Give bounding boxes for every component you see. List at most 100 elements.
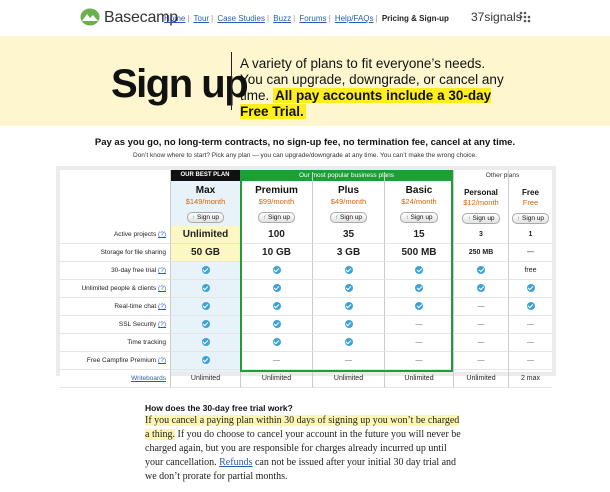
feature-cell xyxy=(170,352,240,370)
plan-price: $49/month xyxy=(330,197,367,206)
help-link[interactable]: (?) xyxy=(158,321,166,328)
nav-help-faqs[interactable]: Help/FAQs xyxy=(335,14,374,23)
37signals-logo-icon[interactable] xyxy=(519,11,531,23)
feature-value: — xyxy=(384,316,453,334)
feature-value: — xyxy=(453,298,508,316)
nav-case-studies[interactable]: Case Studies xyxy=(217,14,265,23)
plan-header: Free Free ↑ Sign up xyxy=(508,170,552,226)
feature-label-text: Time tracking xyxy=(127,339,166,346)
feature-label: 30-day free trial (?) xyxy=(60,262,170,280)
plan-header: Max $149/month ↑ Sign up xyxy=(170,170,240,226)
feature-cell xyxy=(384,298,453,316)
basecamp-logo-icon[interactable] xyxy=(80,8,100,26)
plan-name: Basic xyxy=(405,185,433,196)
nav-forums[interactable]: Forums xyxy=(299,14,326,23)
feature-cell xyxy=(312,262,384,280)
sign-up-button[interactable]: ↑ Sign up xyxy=(511,213,550,224)
feature-value: 1 xyxy=(508,226,552,244)
feature-cell xyxy=(240,316,312,334)
plan-column: Plus $49/month ↑ Sign up 35 3 GB — Unlimited xyxy=(312,170,384,388)
help-link[interactable]: (?) xyxy=(158,231,166,238)
nav-buzz[interactable]: Buzz xyxy=(273,14,291,23)
feature-value: — xyxy=(508,352,552,370)
feature-cell xyxy=(240,280,312,298)
feature-value: 3 GB xyxy=(312,244,384,262)
feature-cell xyxy=(508,298,552,316)
plan-price: $99/month xyxy=(258,197,295,206)
checkmark-icon xyxy=(415,302,423,311)
feature-cell xyxy=(384,280,453,298)
feature-value: — xyxy=(453,316,508,334)
feature-cell xyxy=(170,262,240,280)
feature-label-text: 30-day free trial xyxy=(111,267,157,274)
checkmark-icon xyxy=(477,266,485,275)
feature-value: — xyxy=(312,352,384,370)
feature-value: 15 xyxy=(384,226,453,244)
company-name[interactable]: 37signals xyxy=(471,10,522,24)
checkmark-icon xyxy=(272,320,281,329)
hero-banner: Sign up A variety of plans to fit everyo… xyxy=(0,36,610,126)
help-link[interactable]: (?) xyxy=(158,267,166,274)
nav-home[interactable]: Home xyxy=(164,14,185,23)
help-link[interactable]: (?) xyxy=(158,285,166,292)
checkmark-icon xyxy=(344,284,353,293)
feature-value: 250 MB xyxy=(453,244,508,262)
sign-up-label: Sign up xyxy=(197,214,220,221)
feature-label: Time tracking xyxy=(60,334,170,352)
sign-up-button[interactable]: ↑ Sign up xyxy=(329,212,368,223)
feature-label: SSL Security (?) xyxy=(60,316,170,334)
checkmark-icon xyxy=(272,266,281,275)
refunds-link[interactable]: Refunds xyxy=(219,457,252,468)
pricing-subtext: Don’t know where to start? Pick any plan… xyxy=(133,152,477,159)
faq-answer: If you cancel a paying plan within 30 da… xyxy=(145,414,465,484)
faq-question: How does the 30-day free trial work? xyxy=(145,403,293,413)
feature-value: 3 xyxy=(453,226,508,244)
checkmark-icon xyxy=(201,338,210,347)
plan-name: Free xyxy=(522,188,539,197)
feature-label: Unlimited people & clients (?) xyxy=(60,280,170,298)
feature-value: Unlimited xyxy=(453,370,508,388)
hero-divider xyxy=(231,52,232,110)
plan-price: $149/month xyxy=(185,197,226,206)
nav-tour[interactable]: Tour xyxy=(194,14,210,23)
plan-column: Free Free ↑ Sign up 1— free — — —2 max xyxy=(508,170,552,388)
feature-cell xyxy=(312,298,384,316)
feature-value: Unlimited xyxy=(170,226,240,244)
sign-up-button[interactable]: ↑ Sign up xyxy=(462,213,500,224)
plan-price: $24/month xyxy=(401,197,437,206)
feature-value: — xyxy=(384,334,453,352)
help-link[interactable]: (?) xyxy=(158,303,166,310)
feature-cell xyxy=(453,262,508,280)
feature-label-text: Free Campfire Premium xyxy=(86,357,157,364)
feature-value: free xyxy=(508,262,552,280)
checkmark-icon xyxy=(201,320,210,329)
checkmark-icon xyxy=(201,356,210,365)
feature-value: — xyxy=(453,352,508,370)
feature-label[interactable]: Writeboards xyxy=(60,370,170,388)
plan-column: Premium $99/month ↑ Sign up 100 10 GB — Unlimi… xyxy=(240,170,312,388)
checkmark-icon xyxy=(344,338,353,347)
feature-label: Active projects (?) xyxy=(60,226,170,244)
feature-value: — xyxy=(508,334,552,352)
feature-value: 10 GB xyxy=(240,244,312,262)
feature-label-text: Active projects xyxy=(113,231,157,238)
sign-up-label: Sign up xyxy=(472,215,495,222)
feature-cell xyxy=(240,262,312,280)
checkmark-icon xyxy=(201,302,210,311)
sign-up-button[interactable]: ↑ Sign up xyxy=(186,212,225,223)
plan-name: Personal xyxy=(464,188,498,197)
feature-value: Unlimited xyxy=(384,370,453,388)
sign-up-button[interactable]: ↑ Sign up xyxy=(257,212,296,223)
feature-value: 35 xyxy=(312,226,384,244)
sign-up-label: Sign up xyxy=(522,215,545,222)
feature-labels: Active projects (?) Storage for file shar… xyxy=(60,226,170,388)
main-nav: Home | Tour | Case Studies | Buzz | Forums | … xyxy=(164,14,449,23)
help-link[interactable]: (?) xyxy=(158,357,166,364)
feature-label-text: Real-time chat xyxy=(114,303,157,310)
checkmark-icon xyxy=(344,266,353,275)
writeboards-link[interactable]: Writeboards xyxy=(131,375,166,382)
plan-price: Free xyxy=(522,198,539,207)
feature-label: Storage for file sharing xyxy=(60,244,170,262)
checkmark-icon xyxy=(526,302,535,311)
sign-up-button[interactable]: ↑ Sign up xyxy=(400,212,438,223)
